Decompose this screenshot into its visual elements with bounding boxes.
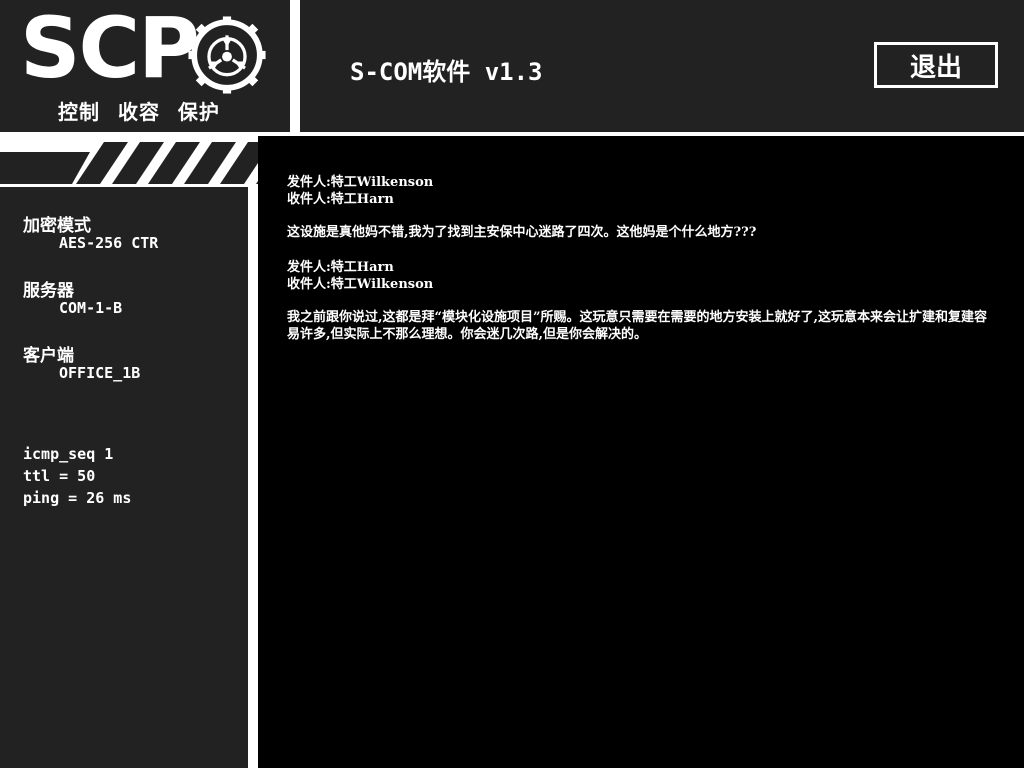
header-bar: S-COM软件 v1.3 退出 [300, 0, 1024, 132]
message-1-body: 这设施是真他妈不错,我为了找到主安保中心迷路了四次。这他妈是个什么地方??? [287, 225, 757, 240]
scp-logo-wordmark: SCP [20, 0, 200, 97]
message-2-body: 我之前跟你说过,这都是拜“模块化设施项目”所赐。这玩意只需要在需要的地方安装上就… [287, 310, 988, 342]
exit-button[interactable]: 退出 [874, 42, 998, 88]
message-log: 发件人:特工Wilkenson 收件人:特工Harn 这设施是真他妈不错,我为了… [258, 136, 1024, 768]
ping-time: ping = 26 ms [23, 489, 132, 507]
app-title: S-COM软件 v1.3 [350, 58, 543, 86]
message-2-recipient: 收件人:特工Wilkenson [287, 277, 434, 292]
message-2-sender: 发件人:特工Harn [287, 260, 394, 275]
server-value: COM-1-B [59, 299, 123, 317]
message-1-sender: 发件人:特工Wilkenson [287, 175, 434, 190]
client-label: 客户端 [23, 346, 74, 366]
encryption-value: AES-256 CTR [59, 234, 159, 252]
info-sidebar: 加密模式 AES-256 CTR 服务器 COM-1-B 客户端 OFFICE_… [0, 187, 248, 768]
message-1-recipient: 收件人:特工Harn [287, 192, 394, 207]
ping-seq: icmp_seq 1 [23, 445, 114, 463]
scp-foundation-seal-icon [188, 16, 266, 94]
logo-panel: SCP 控制 收容 保护 [0, 0, 290, 132]
encryption-label: 加密模式 [23, 216, 91, 236]
ping-ttl: ttl = 50 [23, 467, 96, 485]
logo-tagline: 控制 收容 保护 [58, 100, 220, 124]
client-value: OFFICE_1B [59, 364, 141, 382]
server-label: 服务器 [23, 281, 74, 301]
